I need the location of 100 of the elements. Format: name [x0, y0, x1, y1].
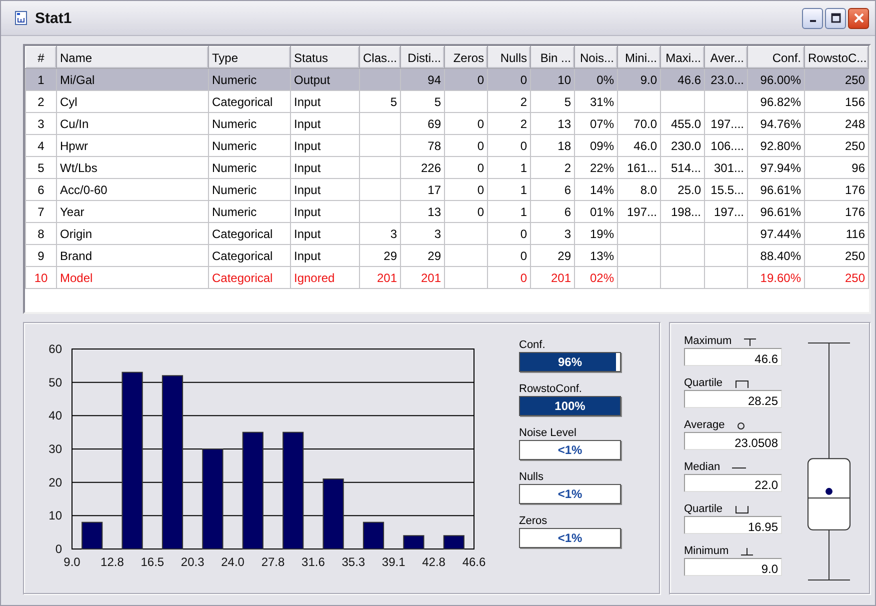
table-cell: 96.82%	[760, 94, 801, 108]
table-cell: Cyl	[60, 94, 78, 108]
column-header[interactable]: Nulls	[488, 46, 530, 68]
column-header[interactable]: Zeros	[444, 46, 488, 68]
stat-value-field: 22.0	[684, 474, 782, 492]
table-row[interactable]: 4 Hpwr Numeric Input 78 0 0 18 09% 46.0 230.0 106.... 92.80% 250	[26, 134, 868, 156]
table-row[interactable]: 2 Cyl Categorical Input 5 5 2 5 31% 96.82% 156	[26, 90, 868, 112]
table-cell: 97.94%	[760, 160, 801, 174]
column-header[interactable]: Conf.	[748, 46, 804, 68]
table-cell: Output	[294, 72, 330, 86]
meter-label: Conf.	[519, 339, 546, 352]
table-cell: Origin	[60, 226, 92, 240]
meter-reading: <1%	[556, 442, 584, 459]
table-cell: Brand	[60, 248, 92, 262]
table-cell: 13	[428, 204, 441, 218]
column-header[interactable]: #	[26, 46, 56, 68]
table-cell: Numeric	[212, 72, 257, 86]
table-cell: 14%	[590, 182, 614, 196]
table-cell: 13	[558, 116, 571, 130]
table-cell: 0	[520, 248, 527, 262]
stat-label: Quartile	[684, 503, 723, 516]
table-row[interactable]: 10 Model Categorical Ignored 201 201 0 201 02% 19.60% 250	[26, 266, 868, 288]
table-cell: Input	[294, 138, 321, 152]
table-cell: 455.0	[670, 116, 701, 130]
table-row[interactable]: 5 Wt/Lbs Numeric Input 226 0 1 2 22% 161... 514... 301... 97.94% 96	[26, 156, 868, 178]
table-row[interactable]: 6 Acc/0-60 Numeric Input 17 0 1 6 14% 8.0 25.0 15.5... 96.61% 176	[26, 178, 868, 200]
table-cell: Year	[60, 204, 84, 218]
meter-reading: <1%	[556, 486, 584, 503]
x-tick-label: 16.5	[140, 555, 164, 569]
table-cell: 9	[38, 248, 44, 262]
column-header[interactable]: Maxi...	[660, 46, 704, 68]
table-cell: 3	[38, 116, 44, 130]
column-header[interactable]: Status	[290, 46, 360, 68]
stat-label: Average	[684, 419, 725, 432]
column-header[interactable]: Mini...	[618, 46, 660, 68]
table-cell: Model	[60, 270, 93, 284]
window-title: Stat1	[35, 10, 73, 26]
table-cell: 96	[852, 160, 865, 174]
table-cell: 4	[38, 138, 44, 152]
column-header[interactable]: RowstoC...	[804, 46, 868, 68]
table-row[interactable]: 8 Origin Categorical Input 3 3 0 3 19% 97.44% 116	[26, 222, 868, 244]
table-cell: 176	[844, 182, 865, 196]
table-cell: Numeric	[212, 182, 257, 196]
table-row[interactable]: 1 Mi/Gal Numeric Output 94 0 0 10 0% 9.0 46.6 23.0... 96.00% 250	[26, 68, 868, 90]
table-cell: 1	[520, 160, 527, 174]
table-row[interactable]: 3 Cu/In Numeric Input 69 0 2 13 07% 70.0 455.0 197.... 94.76% 248	[26, 112, 868, 134]
table-cell: 96.00%	[760, 72, 801, 86]
table-cell: 1	[38, 72, 44, 86]
y-tick-label: 60	[48, 342, 62, 356]
meter-reading: 100%	[554, 398, 586, 415]
table-cell: 197....	[710, 116, 744, 130]
table-cell: 15.5...	[710, 182, 744, 196]
table-cell: 18	[558, 138, 571, 152]
table-cell: 10	[558, 72, 571, 86]
table-cell: 2	[520, 116, 527, 130]
stat-label: Median	[684, 461, 720, 474]
stat-value-field: 28.25	[684, 390, 782, 408]
table-cell: 8.0	[640, 182, 657, 196]
table-cell: 92.80%	[760, 138, 801, 152]
table-cell: 106....	[710, 138, 744, 152]
table-row[interactable]: 9 Brand Categorical Input 29 29 0 29 13% 88.40% 250	[26, 244, 868, 266]
column-header[interactable]: Aver...	[704, 46, 748, 68]
table-cell: 514...	[670, 160, 701, 174]
table-cell: 176	[844, 204, 865, 218]
column-header[interactable]: Name	[56, 46, 208, 68]
table-cell: 0%	[596, 72, 614, 86]
minimize-button[interactable]	[802, 8, 823, 28]
box-bottom-icon	[734, 506, 749, 514]
meter-reading: <1%	[556, 530, 584, 547]
table-cell: 197...	[714, 204, 744, 218]
column-header[interactable]: Bin ...	[530, 46, 574, 68]
table-cell: 29	[428, 248, 441, 262]
maximize-button[interactable]	[825, 8, 846, 28]
meter-reading: 96%	[556, 354, 584, 371]
table-cell: Hpwr	[60, 138, 88, 152]
table-cell: 156	[844, 94, 865, 108]
table-cell: 201	[420, 270, 441, 284]
x-tick-label: 35.3	[342, 555, 366, 569]
x-tick-label: 27.8	[261, 555, 285, 569]
table-cell: 6	[564, 182, 571, 196]
table-cell: 0	[477, 182, 484, 196]
table-row[interactable]: 7 Year Numeric Input 13 0 1 6 01% 197... 198... 197... 96.61% 176	[26, 200, 868, 222]
table-cell: Input	[294, 116, 321, 130]
table-cell: 250	[844, 248, 865, 262]
close-button[interactable]	[848, 8, 869, 28]
table-cell: 0	[477, 138, 484, 152]
table-cell: 161...	[626, 160, 657, 174]
table-cell: 2	[38, 94, 44, 108]
table-cell: 5	[434, 94, 441, 108]
column-header[interactable]: Nois...	[574, 46, 618, 68]
table-cell: Numeric	[212, 116, 257, 130]
table-cell: Numeric	[212, 138, 257, 152]
table-cell: 116	[846, 226, 865, 240]
table-cell: 02%	[590, 270, 614, 284]
column-header[interactable]: Disti...	[400, 46, 444, 68]
table-cell: 22%	[590, 160, 614, 174]
column-header[interactable]: Clas...	[360, 46, 400, 68]
column-header[interactable]: Type	[208, 46, 290, 68]
line-icon	[732, 466, 746, 470]
stat-label: Maximum	[684, 335, 732, 348]
